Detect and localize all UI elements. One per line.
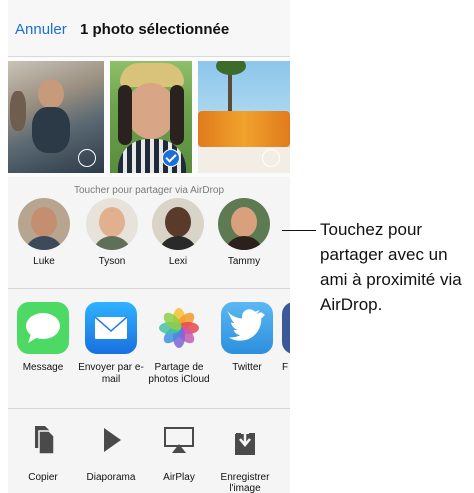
mail-icon xyxy=(85,302,137,354)
photo-subject xyxy=(126,83,176,139)
action-airplay[interactable]: AirPlay xyxy=(146,422,212,483)
airplay-icon xyxy=(161,422,197,458)
share-app-icloud-photos[interactable]: Partage de photos iCloud xyxy=(146,302,212,386)
photo-subject xyxy=(118,85,132,145)
airdrop-person-tammy[interactable]: Tammy xyxy=(214,198,274,267)
photo-thumbnail[interactable] xyxy=(8,61,104,173)
copy-icon xyxy=(25,422,61,458)
save-image-icon xyxy=(227,422,263,458)
app-label: Envoyer par e-mail xyxy=(78,362,144,385)
share-sheet: Annuler 1 photo sélectionnée Toucher pou… xyxy=(8,0,290,493)
action-label: Copier xyxy=(28,472,58,483)
share-app-more[interactable]: F xyxy=(274,302,290,374)
share-apps-row: Message Envoyer par e-mail Partage de ph… xyxy=(8,302,290,402)
action-save-image[interactable]: Enregistrer l'image xyxy=(212,422,278,493)
twitter-icon xyxy=(221,302,273,354)
photo-thumbnail[interactable] xyxy=(198,61,290,173)
action-label: AirPlay xyxy=(163,472,195,483)
share-app-mail[interactable]: Envoyer par e-mail xyxy=(78,302,144,386)
photo-checkbox[interactable] xyxy=(78,149,96,167)
person-name: Tammy xyxy=(227,256,261,267)
photo-subject xyxy=(32,107,70,153)
callout-text: Touchez pour partager avec un ami à prox… xyxy=(320,220,462,314)
more-app-icon xyxy=(282,302,290,354)
person-name: Lexi xyxy=(168,256,188,267)
action-copy[interactable]: Copier xyxy=(10,422,76,483)
share-app-twitter[interactable]: Twitter xyxy=(214,302,280,374)
action-label: Enregistrer l'image xyxy=(220,472,270,493)
airdrop-hint: Toucher pour partager via AirDrop xyxy=(73,185,225,196)
share-actions-row: Copier Diaporama AirPlay Enregistrer l'i… xyxy=(8,422,290,493)
photo-strip xyxy=(8,57,290,177)
airdrop-people: Luke Tyson Lexi Tammy xyxy=(8,198,290,276)
app-label: Partage de photos iCloud xyxy=(148,362,210,385)
section-divider xyxy=(8,288,290,289)
action-label: Diaporama xyxy=(86,472,136,483)
avatar xyxy=(152,198,204,250)
airdrop-person-luke[interactable]: Luke xyxy=(14,198,74,267)
app-label: Twitter xyxy=(232,362,262,373)
airdrop-person-lexi[interactable]: Lexi xyxy=(148,198,208,267)
callout-leader-line xyxy=(282,230,316,231)
slideshow-icon xyxy=(93,422,129,458)
photo-checkbox[interactable] xyxy=(262,149,280,167)
share-app-message[interactable]: Message xyxy=(10,302,76,374)
share-header: Annuler 1 photo sélectionnée xyxy=(8,0,290,57)
avatar xyxy=(218,198,270,250)
app-label: Message xyxy=(22,362,64,373)
photo-subject xyxy=(170,85,184,145)
page-title: 1 photo sélectionnée xyxy=(80,21,230,38)
photos-icon xyxy=(153,302,205,354)
photo-subject xyxy=(216,61,246,75)
cancel-button[interactable]: Annuler xyxy=(15,21,67,38)
photo-subject xyxy=(198,111,290,147)
photo-thumbnail[interactable] xyxy=(110,61,192,173)
person-name: Luke xyxy=(33,256,55,267)
photo-subject xyxy=(38,79,64,109)
avatar xyxy=(86,198,138,250)
avatar xyxy=(18,198,70,250)
photo-subject xyxy=(10,91,26,131)
app-label: F xyxy=(282,362,289,373)
airdrop-person-tyson[interactable]: Tyson xyxy=(82,198,142,267)
section-divider xyxy=(8,408,290,409)
person-name: Tyson xyxy=(98,256,126,267)
photo-checkbox-selected[interactable] xyxy=(162,149,180,167)
action-slideshow[interactable]: Diaporama xyxy=(78,422,144,483)
message-icon xyxy=(17,302,69,354)
